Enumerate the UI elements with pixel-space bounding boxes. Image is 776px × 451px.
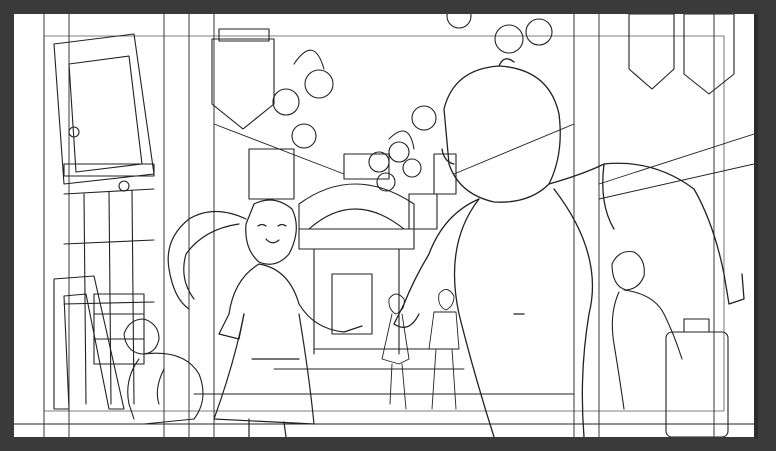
safe-frame-guide [43, 35, 725, 412]
arch-gate-icon [298, 153, 415, 355]
figure-icon [123, 318, 204, 425]
figure-icon [393, 58, 745, 437]
drawing-canvas[interactable] [14, 14, 754, 437]
figure-icon [611, 250, 729, 437]
line-art-sketch [14, 14, 754, 437]
street-lamp-icon [272, 14, 553, 192]
corridor-structure [14, 14, 754, 437]
figure-icon [167, 199, 363, 437]
hanging-sign-icon [211, 14, 735, 230]
paper-shadow [754, 14, 758, 439]
canvas-workspace [0, 0, 776, 451]
